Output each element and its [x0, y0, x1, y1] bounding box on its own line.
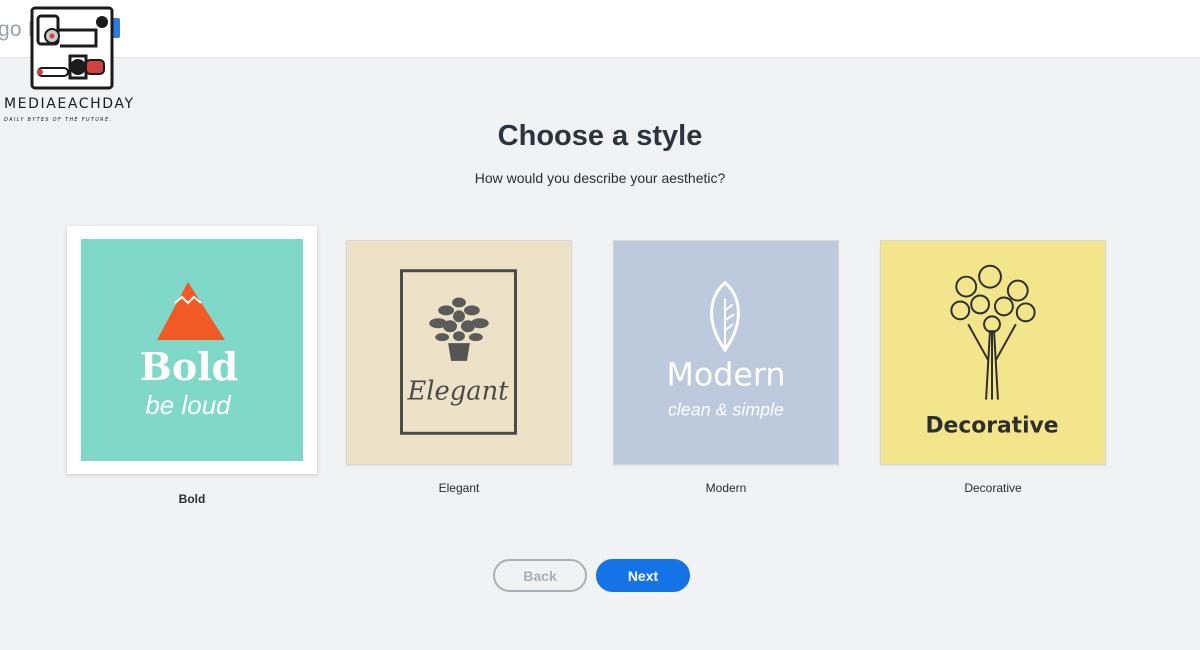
style-label-decorative: Decorative: [964, 481, 1022, 495]
style-card-bold[interactable]: Bold be loud: [67, 226, 317, 474]
bold-tile: Bold be loud: [81, 239, 303, 461]
elegant-art-icon: Elegant: [347, 241, 571, 464]
bold-art-title: Bold: [140, 344, 238, 389]
modern-tile: Modern clean & simple: [614, 241, 838, 464]
decorative-tile: Decorative: [881, 241, 1105, 464]
bold-art-icon: Bold be loud: [81, 239, 303, 461]
style-label-bold: Bold: [178, 492, 206, 506]
top-bar: go Maker: [0, 0, 1200, 58]
modern-art-icon: Modern clean & simple: [614, 241, 838, 464]
next-button[interactable]: Next: [596, 559, 690, 592]
elegant-art-title: Elegant: [406, 377, 509, 407]
modern-tile-bg: [614, 241, 838, 464]
page-subtitle: How would you describe your aesthetic?: [474, 170, 726, 186]
style-card-decorative[interactable]: Decorative: [880, 240, 1106, 465]
bold-art-subtitle: be loud: [145, 390, 232, 420]
elegant-tile: Elegant: [347, 241, 571, 464]
modern-art-title: Modern: [667, 358, 786, 394]
style-card-elegant[interactable]: Elegant: [346, 240, 572, 465]
decorative-art-title: Decorative: [925, 413, 1058, 438]
page-title: Choose a style: [497, 120, 703, 152]
watermark-logo: MEDIAEACHDAY DAILY BYTES OF THE FUTURE.: [0, 0, 150, 130]
watermark-name: MEDIAEACHDAY: [4, 96, 135, 112]
style-label-elegant: Elegant: [438, 481, 480, 495]
back-button[interactable]: Back: [493, 559, 587, 592]
plant-pot-icon: [448, 343, 470, 361]
decorative-art-icon: Decorative: [881, 241, 1105, 464]
style-label-modern: Modern: [705, 481, 747, 495]
style-card-modern[interactable]: Modern clean & simple: [613, 240, 839, 465]
modern-art-subtitle: clean & simple: [668, 399, 784, 419]
